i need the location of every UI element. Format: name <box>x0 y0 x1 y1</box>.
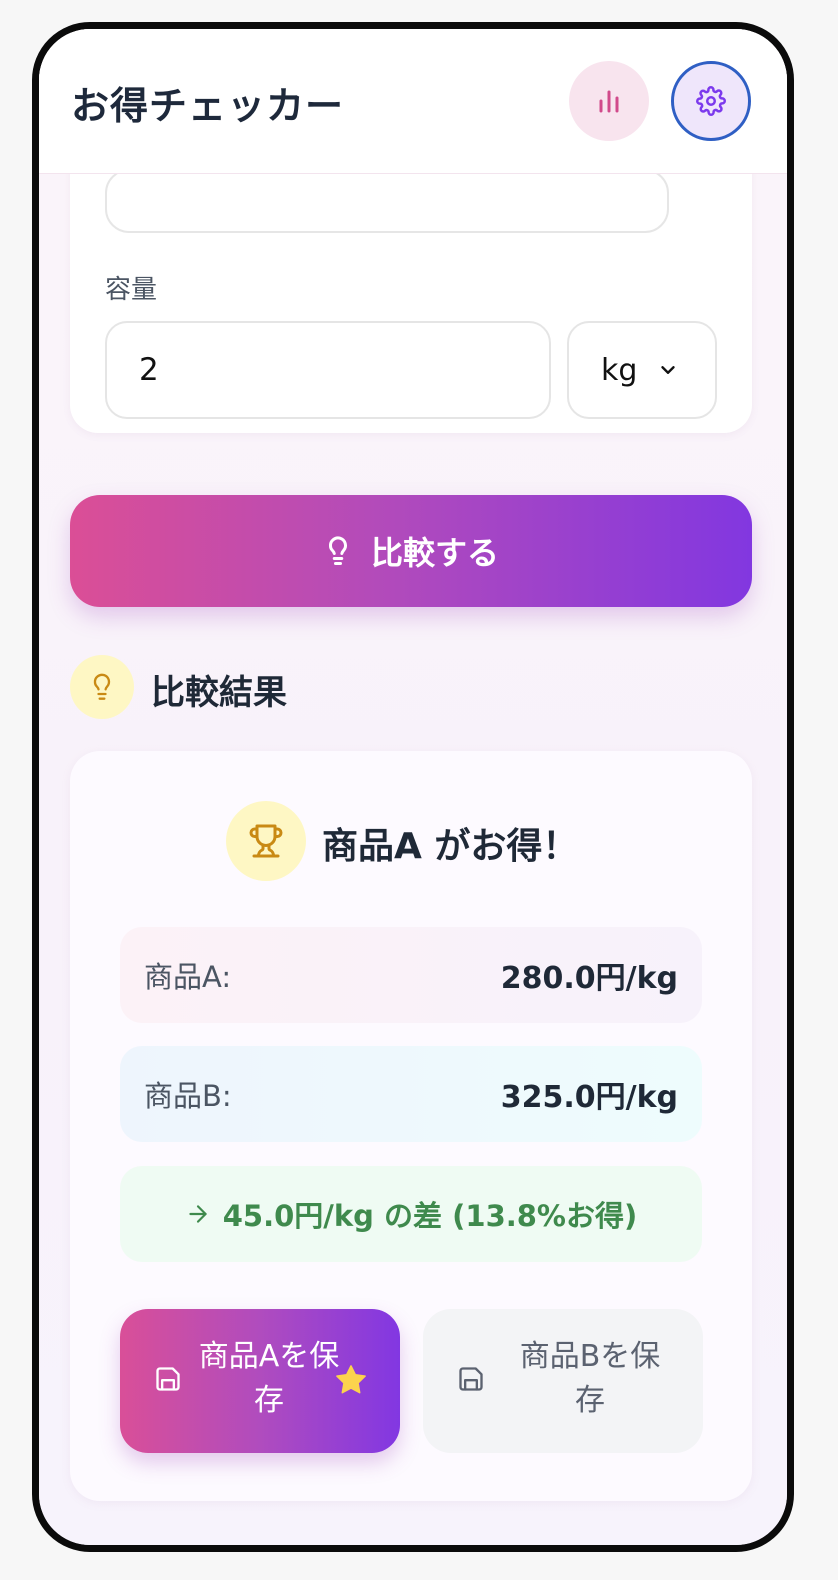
phone-frame: お得チェッカー 容量 2 kg 比較する 比較結果 商品A がお得！ 商品A: … <box>32 22 794 1552</box>
gear-icon <box>696 86 726 116</box>
compare-button-label: 比較する <box>370 534 499 572</box>
trophy-icon <box>249 824 283 858</box>
capacity-input[interactable]: 2 <box>105 321 551 419</box>
arrow-right-icon <box>189 1205 207 1223</box>
difference-text: 45.0円/kg の差 (13.8%お得) <box>222 1199 638 1233</box>
settings-button[interactable] <box>671 61 751 141</box>
capacity-label: 容量 <box>105 275 158 305</box>
product-b-unit-price: 325.0円/kg <box>500 1080 678 1115</box>
stats-button[interactable] <box>569 61 649 141</box>
app-title: お得チェッカー <box>71 84 345 128</box>
app-header: お得チェッカー <box>39 29 787 174</box>
save-product-b-label: 商品Bを保存 <box>519 1339 661 1418</box>
product-price-input[interactable] <box>105 169 669 233</box>
lightbulb-icon <box>328 536 347 565</box>
product-a-label: 商品A: <box>144 960 232 994</box>
product-input-card: 容量 2 kg <box>70 129 752 433</box>
product-a-row: 商品A: 280.0円/kg <box>120 927 702 1023</box>
product-b-row: 商品B: 325.0円/kg <box>120 1046 702 1142</box>
trophy-badge <box>226 801 306 881</box>
product-a-unit-price: 280.0円/kg <box>500 961 678 996</box>
unit-selected-value: kg <box>601 352 638 388</box>
compare-button[interactable]: 比較する <box>70 495 752 607</box>
save-icon <box>459 1367 483 1391</box>
save-product-a-button[interactable]: 商品Aを保存 <box>120 1309 400 1453</box>
result-card: 商品A がお得！ 商品A: 280.0円/kg 商品B: 325.0円/kg 4… <box>70 751 752 1501</box>
capacity-value: 2 <box>139 352 159 388</box>
results-title: 比較結果 <box>151 673 287 713</box>
difference-row: 45.0円/kg の差 (13.8%お得) <box>120 1166 702 1262</box>
unit-select[interactable]: kg <box>567 321 717 419</box>
winner-text: 商品A がお得！ <box>322 826 579 867</box>
save-icon <box>156 1367 180 1391</box>
save-product-b-button[interactable]: 商品Bを保存 <box>423 1309 703 1453</box>
product-b-label: 商品B: <box>144 1079 232 1113</box>
chevron-down-icon <box>661 366 675 374</box>
lightbulb-icon <box>93 673 111 700</box>
star-icon <box>336 1365 366 1394</box>
bar-chart-icon <box>599 90 619 113</box>
save-product-a-label: 商品Aを保存 <box>198 1339 340 1418</box>
results-icon-badge <box>70 655 134 719</box>
